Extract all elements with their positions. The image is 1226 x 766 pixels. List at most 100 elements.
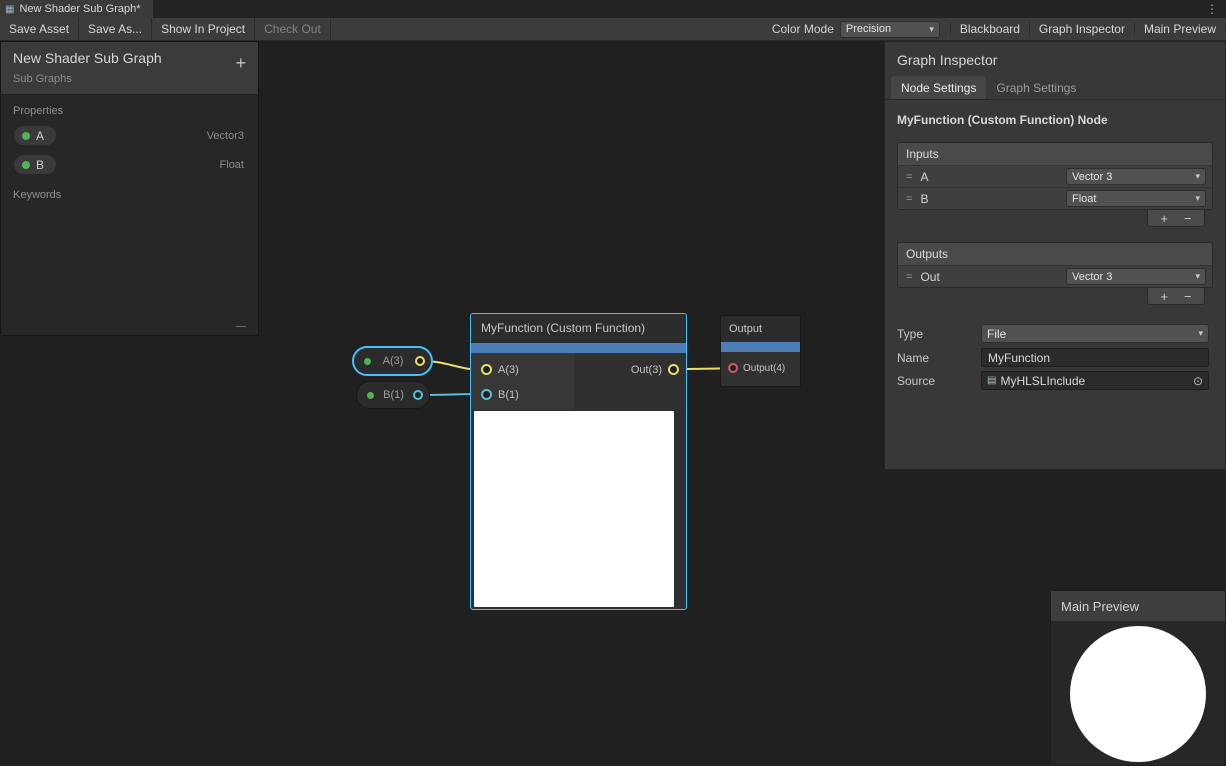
type-field-row: Type File ▾: [897, 324, 1209, 343]
check-out-button[interactable]: Check Out: [255, 18, 331, 40]
property-row-a[interactable]: A Vector3: [1, 121, 258, 150]
property-node-label: B(1): [378, 389, 409, 401]
node-preview-image: [474, 411, 674, 607]
chevron-down-icon: ▾: [1198, 328, 1203, 339]
function-name-input[interactable]: [981, 348, 1209, 367]
color-mode-dropdown[interactable]: Precision ▾: [840, 21, 940, 38]
name-field-row: Name: [897, 348, 1209, 367]
main-preview-toggle-button[interactable]: Main Preview: [1134, 22, 1226, 36]
property-name: B: [36, 158, 44, 172]
preview-sphere: [1070, 626, 1206, 762]
shader-graph-asset-icon: ▦: [5, 4, 14, 15]
port-icon[interactable]: [668, 364, 679, 375]
output-port-out[interactable]: Out(3): [574, 357, 686, 382]
main-preview-panel: Main Preview: [1050, 590, 1226, 766]
port-label: B(1): [498, 389, 519, 401]
port-label: A(3): [498, 364, 519, 376]
output-port-icon[interactable]: [415, 356, 425, 366]
name-label: Name: [897, 351, 981, 365]
graph-inspector-panel: Graph Inspector Node Settings Graph Sett…: [884, 41, 1226, 470]
save-as-button[interactable]: Save As...: [79, 18, 152, 40]
property-pill[interactable]: A: [13, 125, 57, 146]
input-ports-column: A(3) B(1): [471, 353, 574, 410]
graph-inspector-toggle-button[interactable]: Graph Inspector: [1029, 22, 1134, 36]
property-type: Vector3: [207, 130, 244, 142]
drag-handle-icon[interactable]: =: [906, 171, 912, 183]
input-type-value: Vector 3: [1072, 171, 1112, 183]
input-port-output[interactable]: Output(4): [721, 352, 800, 384]
input-type-dropdown[interactable]: Vector 3 ▾: [1066, 168, 1206, 185]
overflow-menu-icon[interactable]: ⋮: [1198, 0, 1226, 18]
inputs-list: Inputs = A Vector 3 ▾ = B Float ▾: [897, 142, 1213, 210]
port-icon[interactable]: [728, 363, 738, 373]
hlsl-file-icon: ▤: [987, 375, 996, 386]
output-name: Out: [920, 270, 1066, 284]
source-object-field[interactable]: ▤ MyHLSLInclude ⊙: [981, 371, 1209, 390]
remove-input-button[interactable]: −: [1184, 212, 1192, 225]
object-picker-icon[interactable]: ⊙: [1193, 374, 1203, 388]
blackboard-header[interactable]: New Shader Sub Graph Sub Graphs +: [1, 42, 258, 95]
blackboard-subtitle: Sub Graphs: [13, 73, 246, 85]
outputs-list-footer: + −: [1147, 288, 1205, 305]
document-tab[interactable]: ▦ New Shader Sub Graph*: [0, 0, 153, 18]
add-input-button[interactable]: +: [1160, 212, 1168, 225]
input-name: B: [920, 192, 1066, 206]
input-row-b[interactable]: = B Float ▾: [898, 187, 1212, 209]
port-label: Out(3): [631, 364, 662, 376]
inspector-tabs: Node Settings Graph Settings: [885, 76, 1225, 100]
chevron-down-icon: ▾: [1195, 171, 1200, 182]
input-type-value: Float: [1072, 193, 1096, 205]
output-type-dropdown[interactable]: Vector 3 ▾: [1066, 268, 1206, 285]
color-mode-value: Precision: [846, 23, 891, 35]
add-property-button[interactable]: +: [235, 54, 246, 72]
selected-node-header: MyFunction (Custom Function) Node: [885, 100, 1225, 127]
output-row-out[interactable]: = Out Vector 3 ▾: [898, 265, 1212, 287]
custom-function-node[interactable]: MyFunction (Custom Function) A(3) B(1) O…: [470, 313, 687, 610]
keywords-section-label: Keywords: [1, 179, 258, 205]
output-ports-column: Out(3): [574, 353, 686, 410]
chevron-down-icon: ▾: [929, 24, 934, 35]
property-row-b[interactable]: B Float: [1, 150, 258, 179]
output-port-icon[interactable]: [413, 390, 423, 400]
main-preview-header[interactable]: Main Preview: [1051, 591, 1225, 622]
main-preview-viewport[interactable]: [1051, 622, 1225, 765]
inputs-list-header: Inputs: [898, 143, 1212, 165]
port-icon[interactable]: [481, 364, 492, 375]
node-accent-strip: [471, 343, 686, 353]
node-title: Output: [721, 316, 800, 342]
property-color-dot: [364, 358, 371, 365]
show-in-project-button[interactable]: Show In Project: [152, 18, 255, 40]
blackboard-panel: New Shader Sub Graph Sub Graphs + Proper…: [0, 41, 259, 336]
drag-handle-icon[interactable]: =: [906, 193, 912, 205]
blackboard-toggle-button[interactable]: Blackboard: [950, 22, 1029, 36]
resize-handle[interactable]: —: [236, 321, 246, 332]
node-title: MyFunction (Custom Function): [471, 314, 686, 343]
input-type-dropdown[interactable]: Float ▾: [1066, 190, 1206, 207]
remove-output-button[interactable]: −: [1184, 290, 1192, 303]
port-icon[interactable]: [481, 389, 492, 400]
input-port-a[interactable]: A(3): [471, 357, 574, 382]
inspector-title[interactable]: Graph Inspector: [885, 42, 1225, 76]
add-output-button[interactable]: +: [1160, 290, 1168, 303]
port-label: Output(4): [743, 363, 785, 374]
source-value: MyHLSLInclude: [1000, 374, 1188, 388]
tab-graph-settings[interactable]: Graph Settings: [986, 76, 1086, 99]
tab-node-settings[interactable]: Node Settings: [891, 76, 986, 99]
input-port-b[interactable]: B(1): [471, 382, 574, 407]
input-row-a[interactable]: = A Vector 3 ▾: [898, 165, 1212, 187]
property-pill[interactable]: B: [13, 154, 57, 175]
toolbar-right-group: Color Mode Precision ▾ Blackboard Graph …: [772, 18, 1226, 40]
output-node[interactable]: Output Output(4): [720, 315, 801, 387]
property-node-b[interactable]: B(1): [356, 381, 430, 409]
save-asset-button[interactable]: Save Asset: [0, 18, 79, 40]
chevron-down-icon: ▾: [1195, 271, 1200, 282]
drag-handle-icon[interactable]: =: [906, 271, 912, 283]
type-value: File: [987, 327, 1006, 341]
type-dropdown[interactable]: File ▾: [981, 324, 1209, 343]
tab-title: New Shader Sub Graph*: [19, 3, 140, 15]
output-type-value: Vector 3: [1072, 271, 1112, 283]
property-node-a[interactable]: A(3): [352, 346, 433, 376]
property-color-dot: [22, 161, 30, 169]
inputs-list-footer: + −: [1147, 210, 1205, 227]
tab-strip: ▦ New Shader Sub Graph* ⋮: [0, 0, 1226, 18]
